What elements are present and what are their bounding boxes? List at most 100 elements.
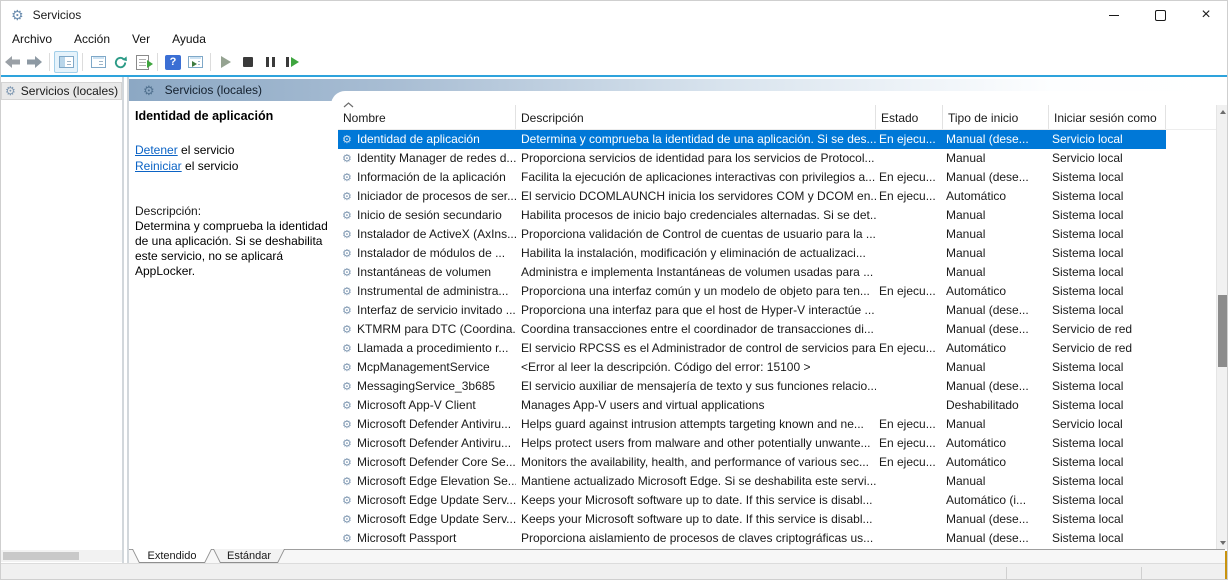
pane-gear-icon: ⚙ (143, 84, 155, 97)
extended-view-icon[interactable] (184, 52, 206, 72)
close-button[interactable]: × (1183, 1, 1228, 29)
cell-estado (876, 263, 943, 282)
cell-nombre: Identity Manager de redes d... (357, 149, 516, 168)
service-row[interactable]: ⚙ MessagingService_3b685 El servicio aux… (338, 377, 1166, 396)
service-row[interactable]: ⚙ Llamada a procedimiento r... El servic… (338, 339, 1166, 358)
column-header-descripcion[interactable]: Descripción (516, 105, 876, 129)
cell-descripcion: El servicio auxiliar de mensajería de te… (516, 377, 876, 396)
cell-iniciar-sesion-como: Sistema local (1049, 301, 1166, 320)
service-row[interactable]: ⚙ Iniciador de procesos de ser... El ser… (338, 187, 1166, 206)
restart-service-link[interactable]: Reiniciar (135, 159, 182, 173)
service-row[interactable]: ⚙ Microsoft Edge Elevation Se... Mantien… (338, 472, 1166, 491)
properties-icon[interactable] (87, 52, 109, 72)
show-console-tree-icon[interactable] (54, 51, 78, 73)
maximize-button[interactable] (1137, 1, 1183, 29)
cell-descripcion: Proporciona aislamiento de procesos de c… (516, 529, 876, 548)
cell-descripcion: Administra e implementa Instantáneas de … (516, 263, 876, 282)
forward-icon[interactable] (23, 52, 45, 72)
service-gear-icon: ⚙ (338, 187, 357, 206)
service-row[interactable]: ⚙ Microsoft Edge Update Serv... Keeps yo… (338, 510, 1166, 529)
menu-ver[interactable]: Ver (121, 32, 161, 46)
service-row[interactable]: ⚙ Inicio de sesión secundario Habilita p… (338, 206, 1166, 225)
menu-ayuda[interactable]: Ayuda (161, 32, 217, 46)
cell-nombre: Iniciador de procesos de ser... (357, 187, 516, 206)
cell-nombre: Microsoft Passport (357, 529, 516, 548)
service-row[interactable]: ⚙ Identidad de aplicación Determina y co… (338, 130, 1166, 149)
menu-accion[interactable]: Acción (63, 32, 121, 46)
stop-service-icon[interactable] (237, 52, 259, 72)
service-row[interactable]: ⚙ Microsoft App-V Client Manages App-V u… (338, 396, 1166, 415)
service-row[interactable]: ⚙ Microsoft Defender Antiviru... Helps g… (338, 415, 1166, 434)
service-row[interactable]: ⚙ Instrumental de administra... Proporci… (338, 282, 1166, 301)
start-service-icon[interactable] (215, 52, 237, 72)
cell-iniciar-sesion-como: Sistema local (1049, 168, 1166, 187)
service-row[interactable]: ⚙ KTMRM para DTC (Coordina... Coordina t… (338, 320, 1166, 339)
service-row[interactable]: ⚙ McpManagementService <Error al leer la… (338, 358, 1166, 377)
cell-iniciar-sesion-como: Sistema local (1049, 396, 1166, 415)
cell-estado (876, 206, 943, 225)
service-row[interactable]: ⚙ Microsoft Defender Antiviru... Helps p… (338, 434, 1166, 453)
cell-tipo-de-inicio: Manual (943, 225, 1049, 244)
refresh-icon[interactable] (109, 52, 131, 72)
stop-service-link[interactable]: Detener (135, 143, 178, 157)
help-icon[interactable]: ? (162, 52, 184, 72)
service-gear-icon: ⚙ (338, 282, 357, 301)
service-row[interactable]: ⚙ Microsoft Passport Proporciona aislami… (338, 529, 1166, 548)
cell-estado (876, 320, 943, 339)
service-gear-icon: ⚙ (338, 434, 357, 453)
scroll-down-icon[interactable] (1217, 536, 1228, 549)
services-window: ⚙ Servicios × Archivo Acción Ver Ayuda (0, 0, 1228, 580)
service-row[interactable]: ⚙ Instantáneas de volumen Administra e i… (338, 263, 1166, 282)
cell-tipo-de-inicio: Automático (943, 339, 1049, 358)
cell-nombre: Identidad de aplicación (357, 130, 516, 149)
column-header-iniciar-sesion-como[interactable]: Iniciar sesión como (1049, 105, 1166, 129)
column-header-nombre[interactable]: Nombre (338, 105, 516, 129)
cell-tipo-de-inicio: Manual (dese... (943, 301, 1049, 320)
list-vertical-scrollbar[interactable] (1216, 105, 1228, 549)
tree-hscroll-thumb[interactable] (3, 552, 79, 560)
tab-estandar[interactable]: Estándar (213, 549, 285, 563)
service-row[interactable]: ⚙ Instalador de módulos de ... Habilita … (338, 244, 1166, 263)
panel-splitter[interactable] (122, 77, 129, 563)
column-header-estado[interactable]: Estado (876, 105, 943, 129)
vscroll-thumb[interactable] (1218, 295, 1227, 367)
service-gear-icon: ⚙ (338, 510, 357, 529)
tab-extendido[interactable]: Extendido (132, 549, 212, 563)
cell-estado (876, 358, 943, 377)
tree-horizontal-scrollbar[interactable] (1, 550, 123, 562)
cell-estado (876, 244, 943, 263)
cell-estado: En ejecu... (876, 415, 943, 434)
minimize-button[interactable] (1091, 1, 1137, 29)
service-row[interactable]: ⚙ Instalador de ActiveX (AxIns... Propor… (338, 225, 1166, 244)
cell-nombre: Microsoft Edge Update Serv... (357, 491, 516, 510)
cell-nombre: Microsoft Defender Antiviru... (357, 415, 516, 434)
pause-service-icon[interactable] (259, 52, 281, 72)
column-header-tipo-de-inicio[interactable]: Tipo de inicio (943, 105, 1049, 129)
export-list-icon[interactable] (131, 52, 153, 72)
app-gear-icon: ⚙ (11, 8, 24, 22)
cell-nombre: Microsoft App-V Client (357, 396, 516, 415)
service-row[interactable]: ⚙ Interfaz de servicio invitado ... Prop… (338, 301, 1166, 320)
back-icon[interactable] (1, 52, 23, 72)
main-pane: ⚙ Servicios (locales) Identidad de aplic… (129, 77, 1228, 563)
service-row[interactable]: ⚙ Información de la aplicación Facilita … (338, 168, 1166, 187)
cell-tipo-de-inicio: Manual (dese... (943, 320, 1049, 339)
service-row[interactable]: ⚙ Identity Manager de redes d... Proporc… (338, 149, 1166, 168)
service-row[interactable]: ⚙ Microsoft Edge Update Serv... Keeps yo… (338, 491, 1166, 510)
service-row[interactable]: ⚙ Microsoft Defender Core Se... Monitors… (338, 453, 1166, 472)
cell-iniciar-sesion-como: Sistema local (1049, 529, 1166, 548)
cell-descripcion: Manages App-V users and virtual applicat… (516, 396, 876, 415)
tree-item-servicios-locales[interactable]: ⚙ Servicios (locales) (1, 82, 122, 100)
statusbar (1, 563, 1228, 580)
cell-descripcion: El servicio RPCSS es el Administrador de… (516, 339, 876, 358)
menu-archivo[interactable]: Archivo (1, 32, 63, 46)
restart-service-icon[interactable] (281, 52, 303, 72)
cell-tipo-de-inicio: Manual (943, 415, 1049, 434)
cell-nombre: Microsoft Edge Elevation Se... (357, 472, 516, 491)
toolbar-separator (82, 53, 83, 71)
cell-iniciar-sesion-como: Servicio local (1049, 415, 1166, 434)
cell-iniciar-sesion-como: Sistema local (1049, 377, 1166, 396)
titlebar: ⚙ Servicios × (1, 1, 1228, 29)
scroll-up-icon[interactable] (1217, 105, 1228, 118)
cell-iniciar-sesion-como: Sistema local (1049, 206, 1166, 225)
